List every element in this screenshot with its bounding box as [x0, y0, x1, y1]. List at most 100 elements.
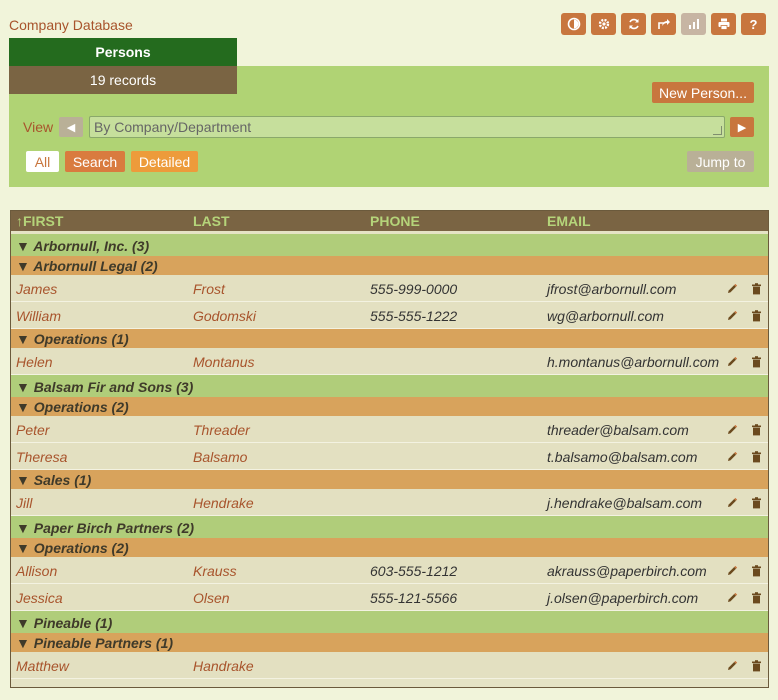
table-row[interactable]: Allison Krauss 603-555-1212 akrauss@paperbi…: [11, 557, 768, 584]
cell-last: Hendrake: [193, 495, 254, 511]
trash-icon[interactable]: [751, 564, 762, 580]
pencil-icon[interactable]: [726, 659, 738, 675]
company-group-label: ▼ Paper Birch Partners (2): [16, 520, 195, 536]
cell-last: Montanus: [193, 354, 255, 370]
cell-first: Allison: [16, 563, 58, 579]
gear-icon: [598, 18, 609, 30]
triangle-left-icon: ◀: [66, 121, 76, 134]
department-group-row[interactable]: ▼ Operations (2): [11, 397, 768, 416]
table-row[interactable]: William Godomski 555-555-1222 wg@arbornull.…: [11, 302, 768, 329]
cell-first: James: [16, 281, 58, 297]
share-button[interactable]: [651, 13, 676, 35]
table-row[interactable]: Peter Threader threader@balsam.com: [11, 416, 768, 443]
grid-header: ↑FIRST LAST PHONE EMAIL: [11, 211, 768, 231]
trash-icon[interactable]: [751, 450, 762, 466]
filter-all-button[interactable]: All: [26, 151, 59, 172]
cell-first: Helen: [16, 354, 53, 370]
pencil-icon[interactable]: [726, 564, 738, 580]
pencil-icon[interactable]: [726, 355, 738, 371]
department-group-label: ▼ Operations (2): [16, 540, 129, 556]
cell-first: Peter: [16, 422, 50, 438]
pencil-icon[interactable]: [726, 450, 738, 466]
column-header-first[interactable]: ↑FIRST: [16, 213, 63, 229]
toolbar: ?: [561, 13, 771, 35]
trash-icon[interactable]: [751, 282, 762, 298]
cell-email: jfrost@arbornull.com: [547, 281, 677, 297]
view-select-value: By Company/Department: [94, 119, 252, 135]
company-group-label: ▼ Balsam Fir and Sons (3): [16, 379, 194, 395]
theme-icon: [567, 17, 580, 31]
grid-body: ▼ Arbornull, Inc. (3) ▼ Arbornull Legal (…: [11, 234, 768, 679]
refresh-icon: [628, 18, 639, 30]
department-group-row[interactable]: ▼ Pineable Partners (1): [11, 633, 768, 652]
cell-email: akrauss@paperbirch.com: [547, 563, 707, 579]
filter-search-button[interactable]: Search: [65, 151, 125, 172]
cell-first: Jessica: [16, 590, 63, 606]
cell-last: Olsen: [193, 590, 230, 606]
department-group-label: ▼ Operations (1): [16, 331, 129, 347]
company-group-row[interactable]: ▼ Pineable (1): [11, 611, 768, 633]
filter-detailed-button[interactable]: Detailed: [131, 151, 198, 172]
table-row[interactable]: James Frost 555-999-0000 jfrost@arbornull.c…: [11, 275, 768, 302]
department-group-row[interactable]: ▼ Operations (1): [11, 329, 768, 348]
column-header-phone[interactable]: PHONE: [370, 213, 420, 229]
table-row[interactable]: Theresa Balsamo t.balsamo@balsam.com: [11, 443, 768, 470]
department-group-row[interactable]: ▼ Sales (1): [11, 470, 768, 489]
cell-last: Godomski: [193, 308, 257, 324]
help-button[interactable]: ?: [741, 13, 766, 35]
view-label: View: [23, 119, 54, 135]
cell-email: t.balsamo@balsam.com: [547, 449, 698, 465]
pencil-icon[interactable]: [726, 423, 738, 439]
triangle-right-icon: ▶: [737, 121, 747, 134]
department-group-row[interactable]: ▼ Arbornull Legal (2): [11, 256, 768, 275]
table-row[interactable]: Jessica Olsen 555-121-5566 j.olsen@paperbir…: [11, 584, 768, 611]
cell-email: threader@balsam.com: [547, 422, 689, 438]
view-next-button[interactable]: ▶: [730, 117, 754, 137]
cell-email: h.montanus@arbornull.com: [547, 354, 720, 370]
trash-icon[interactable]: [751, 309, 762, 325]
company-group-row[interactable]: ▼ Arbornull, Inc. (3): [11, 234, 768, 256]
view-select[interactable]: By Company/Department: [89, 116, 725, 138]
app-title: Company Database: [9, 17, 133, 33]
department-group-row[interactable]: ▼ Operations (2): [11, 538, 768, 557]
trash-icon[interactable]: [751, 496, 762, 512]
trash-icon[interactable]: [751, 355, 762, 371]
jump-to-button[interactable]: Jump to: [687, 151, 754, 172]
department-group-label: ▼ Operations (2): [16, 399, 129, 415]
cell-last: Balsamo: [193, 449, 248, 465]
cell-email: j.olsen@paperbirch.com: [547, 590, 699, 606]
trash-icon[interactable]: [751, 591, 762, 607]
cell-last: Threader: [193, 422, 250, 438]
pencil-icon[interactable]: [726, 309, 738, 325]
view-prev-button[interactable]: ◀: [59, 117, 83, 137]
cell-first: William: [16, 308, 61, 324]
table-row[interactable]: Jill Hendrake j.hendrake@balsam.com: [11, 489, 768, 516]
column-header-last[interactable]: LAST: [193, 213, 230, 229]
department-group-label: ▼ Arbornull Legal (2): [16, 258, 158, 274]
settings-button[interactable]: [591, 13, 616, 35]
tab-persons[interactable]: Persons: [9, 38, 237, 66]
cell-phone: 555-999-0000: [370, 281, 458, 297]
company-group-row[interactable]: ▼ Paper Birch Partners (2): [11, 516, 768, 538]
pencil-icon[interactable]: [726, 496, 738, 512]
table-row[interactable]: Matthew Handrake: [11, 652, 768, 679]
trash-icon[interactable]: [751, 659, 762, 675]
cell-first: Theresa: [16, 449, 68, 465]
cell-email: wg@arbornull.com: [547, 308, 664, 324]
table-row[interactable]: Helen Montanus h.montanus@arbornull.com: [11, 348, 768, 375]
theme-button[interactable]: [561, 13, 586, 35]
trash-icon[interactable]: [751, 423, 762, 439]
company-group-row[interactable]: ▼ Balsam Fir and Sons (3): [11, 375, 768, 397]
column-header-email[interactable]: EMAIL: [547, 213, 591, 229]
pencil-icon[interactable]: [726, 591, 738, 607]
print-icon: [718, 18, 729, 30]
pencil-icon[interactable]: [726, 282, 738, 298]
new-person-button[interactable]: New Person...: [652, 82, 754, 103]
print-button[interactable]: [711, 13, 736, 35]
chart-button[interactable]: [681, 13, 706, 35]
refresh-button[interactable]: [621, 13, 646, 35]
cell-phone: 555-555-1222: [370, 308, 458, 324]
resize-grip-icon[interactable]: [713, 126, 722, 135]
cell-phone: 555-121-5566: [370, 590, 458, 606]
chart-icon: [688, 19, 699, 29]
